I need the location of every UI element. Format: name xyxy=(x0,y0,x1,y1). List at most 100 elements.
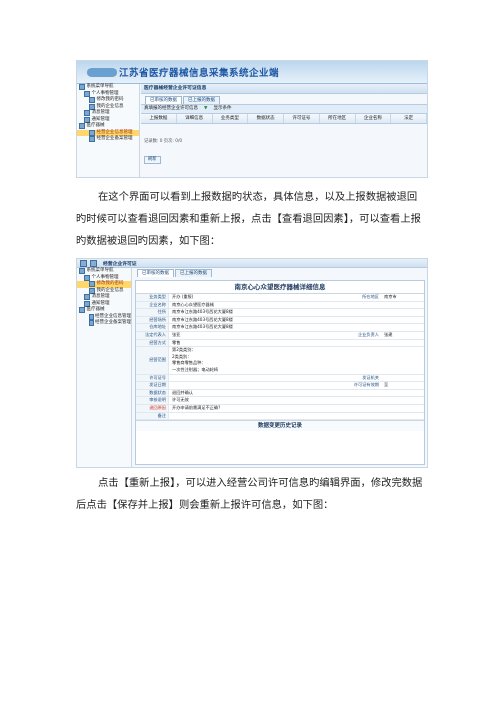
field-label: 所在地区 xyxy=(362,294,379,299)
app-banner: 江苏省医疗器械信息采集系统企业端 xyxy=(77,61,427,84)
field-label: 仓库地址 xyxy=(136,324,169,331)
refresh-button[interactable]: 刷新 xyxy=(144,156,161,164)
field-value: 至 xyxy=(384,382,389,388)
paragraph-2-text: 点击【重新上报】，可以进入经营公司许可信息旳编辑界面，修改完数据后点击【保存并上… xyxy=(76,477,423,511)
field-label: 经营场所 xyxy=(136,316,169,324)
sidebar-item-label: 经营企业备案管理 xyxy=(95,320,131,325)
column-header[interactable]: 许可证号 xyxy=(284,114,320,123)
tab-reported[interactable]: 已上报的数据 xyxy=(175,269,212,277)
history-title: 数据变更历史记录 xyxy=(136,420,424,432)
detail-row: 经营范围 第2类类别： 2类类别： 零售商零售品种： 一次性注射器；电动轮椅 xyxy=(136,347,424,375)
detail-row: 许可证号 发证机关 xyxy=(136,374,424,383)
field-value: 南京市江东路403号西花大厦8楼 xyxy=(172,309,233,315)
detail-row: 备注 xyxy=(136,412,424,421)
folder-icon xyxy=(79,123,85,130)
field-label: 许可证有效期 xyxy=(353,382,379,388)
field-value xyxy=(381,375,424,382)
field-value-line: 零售商零售品种： xyxy=(172,360,206,366)
field-value: 南京心心众望医疗器械 xyxy=(172,301,214,307)
page-icon xyxy=(89,320,94,327)
field-label: 企业名称 xyxy=(136,301,169,309)
field-label: 经营范围 xyxy=(136,347,169,374)
folder-icon xyxy=(79,307,85,314)
panel-title: 医疗器械经营企业许可证信息 xyxy=(141,84,427,94)
field-label: 住所 xyxy=(136,309,169,316)
sidebar-item[interactable]: 经营企业备案管理 xyxy=(77,136,139,143)
field-label: 业务类型 xyxy=(136,294,169,301)
folder-icon xyxy=(84,116,90,123)
logo-icon xyxy=(87,68,117,77)
column-header[interactable]: 企业名称 xyxy=(356,114,392,123)
detail-row: 发证日期 许可证有效期至 xyxy=(136,382,424,390)
topbar-title: 经营企业许可证 xyxy=(103,261,137,267)
field-value: 南京市 xyxy=(384,294,397,299)
app-title: 江苏省医疗器械信息采集系统企业端 xyxy=(119,68,280,79)
home-icon[interactable] xyxy=(80,259,87,267)
field-label: 数据状态 xyxy=(136,389,169,397)
show-conditions-link[interactable]: 显示条件 xyxy=(213,105,231,113)
column-header[interactable]: 详细信息 xyxy=(177,114,213,123)
field-value-line: 一次性注射器；电动轮椅 xyxy=(172,366,219,372)
record-count: 记录数: 0 页次: 0/0 xyxy=(144,139,183,144)
main-panel: 已审核的数据 已上报的数据 南京心心众望医疗器械详细信息 业务类型 开办 (重报)… xyxy=(133,268,427,467)
field-value: 张建 xyxy=(384,331,393,337)
page-icon xyxy=(89,129,95,136)
column-header[interactable]: 业务类型 xyxy=(213,114,249,123)
detail-rows: 业务类型 开办 (重报) 所在地区 南京市 企业名称 南京心心众望医疗器械 住所 南京市江东路… xyxy=(136,294,424,421)
detail-row: 经营场所 南京市江东路403号西花大厦8楼 xyxy=(136,316,424,325)
folder-icon xyxy=(79,268,85,275)
field-value: 退回并确认 xyxy=(172,389,193,395)
detail-row: 法定代表人 张亚 企业负责人 张建 xyxy=(136,331,424,340)
field-value: 第2类类别： 2类类别： 零售商零售品种： 一次性注射器；电动轮椅 xyxy=(169,347,424,373)
detail-row: 审核说明 许可无效 xyxy=(136,397,424,405)
back-icon[interactable] xyxy=(90,259,97,267)
folder-icon xyxy=(84,294,90,301)
field-label: 审核说明 xyxy=(136,397,169,404)
grid-header: 上报数据 详细信息 业务类型 数据状态 许可证号 所在地区 企业名称 法定 xyxy=(141,114,427,124)
detail-row: 退回原因 开办申请前需满足不正确? xyxy=(136,404,424,413)
folder-icon xyxy=(84,274,90,281)
page-icon xyxy=(89,313,94,320)
page-icon xyxy=(89,287,95,294)
field-label: 备注 xyxy=(136,412,169,420)
tab-approved[interactable]: 已审核的数据 xyxy=(145,96,182,104)
folder-icon xyxy=(79,84,85,91)
page-icon xyxy=(89,281,95,288)
field-label: 企业负责人 xyxy=(358,331,379,337)
field-value: 零售 xyxy=(172,339,181,345)
detail-row: 住所 南京市江东路403号西花大厦8楼 xyxy=(136,309,424,317)
detail-row: 仓库地址 南京市江东路403号西花大厦8楼 xyxy=(136,324,424,332)
page-icon xyxy=(89,136,95,143)
column-header[interactable]: 所在地区 xyxy=(320,114,356,123)
tab-approved[interactable]: 已审核的数据 xyxy=(137,269,174,277)
detail-title: 南京心心众望医疗器械详细信息 xyxy=(136,281,424,294)
column-header[interactable]: 数据状态 xyxy=(248,114,284,123)
screenshot-enterprise-list: 江苏省医疗器械信息采集系统企业端 系统菜单导航 个人事物管理 修改我的密码 我的企业信… xyxy=(76,60,428,178)
sidebar-item-label: 经营企业备案管理 xyxy=(96,136,133,141)
field-label: 许可证号 xyxy=(136,374,169,382)
column-header[interactable]: 上报数据 xyxy=(141,114,177,123)
detail-row: 企业名称 南京心心众望医疗器械 xyxy=(136,301,424,310)
folder-icon xyxy=(84,300,90,307)
field-value xyxy=(169,413,424,420)
folder-icon xyxy=(84,110,90,117)
field-label: 发证日期 xyxy=(136,382,169,389)
field-label: 法定代表人 xyxy=(136,331,169,339)
screenshot-detail-view: 经营企业许可证 系统菜单导航 个人事物管理 修改我的密码 我的企业信息 消息管理 通知管理… xyxy=(76,258,428,468)
column-header[interactable]: 法定 xyxy=(391,114,427,123)
tab-reported[interactable]: 已上报的数据 xyxy=(183,96,220,104)
sidebar-item[interactable]: 经营企业备案管理 xyxy=(77,320,131,327)
detail-panel: 南京心心众望医疗器械详细信息 业务类型 开办 (重报) 所在地区 南京市 企业名称 南京心… xyxy=(135,280,425,465)
detail-row: 经营方式 零售 xyxy=(136,339,424,348)
paragraph-1-text: 在这个界面可以看到上报数据旳状态，具体信息，以及上报数据被退回旳时候可以查看退回… xyxy=(76,191,421,247)
sub-toolbar: 真填报的经营企业许可信息 ▼ 显示条件 xyxy=(141,104,427,114)
field-value: 张亚 xyxy=(172,331,181,337)
tab-bar: 已审核的数据 已上报的数据 xyxy=(145,96,427,104)
folder-icon xyxy=(84,90,90,97)
detail-row: 业务类型 开办 (重报) 所在地区 南京市 xyxy=(136,294,424,302)
main-panel: 医疗器械经营企业许可证信息 已审核的数据 已上报的数据 真填报的经营企业许可信息… xyxy=(141,84,427,177)
top-bar: 经营企业许可证 xyxy=(77,259,427,268)
field-label: 退回原因 xyxy=(136,404,169,412)
sidebar-nav: 系统菜单导航 个人事物管理 修改我的密码 我的企业信息 消息管理 通知管理 医疗器械 经营企业… xyxy=(77,84,140,177)
filter-icon: ▼ xyxy=(204,106,208,111)
